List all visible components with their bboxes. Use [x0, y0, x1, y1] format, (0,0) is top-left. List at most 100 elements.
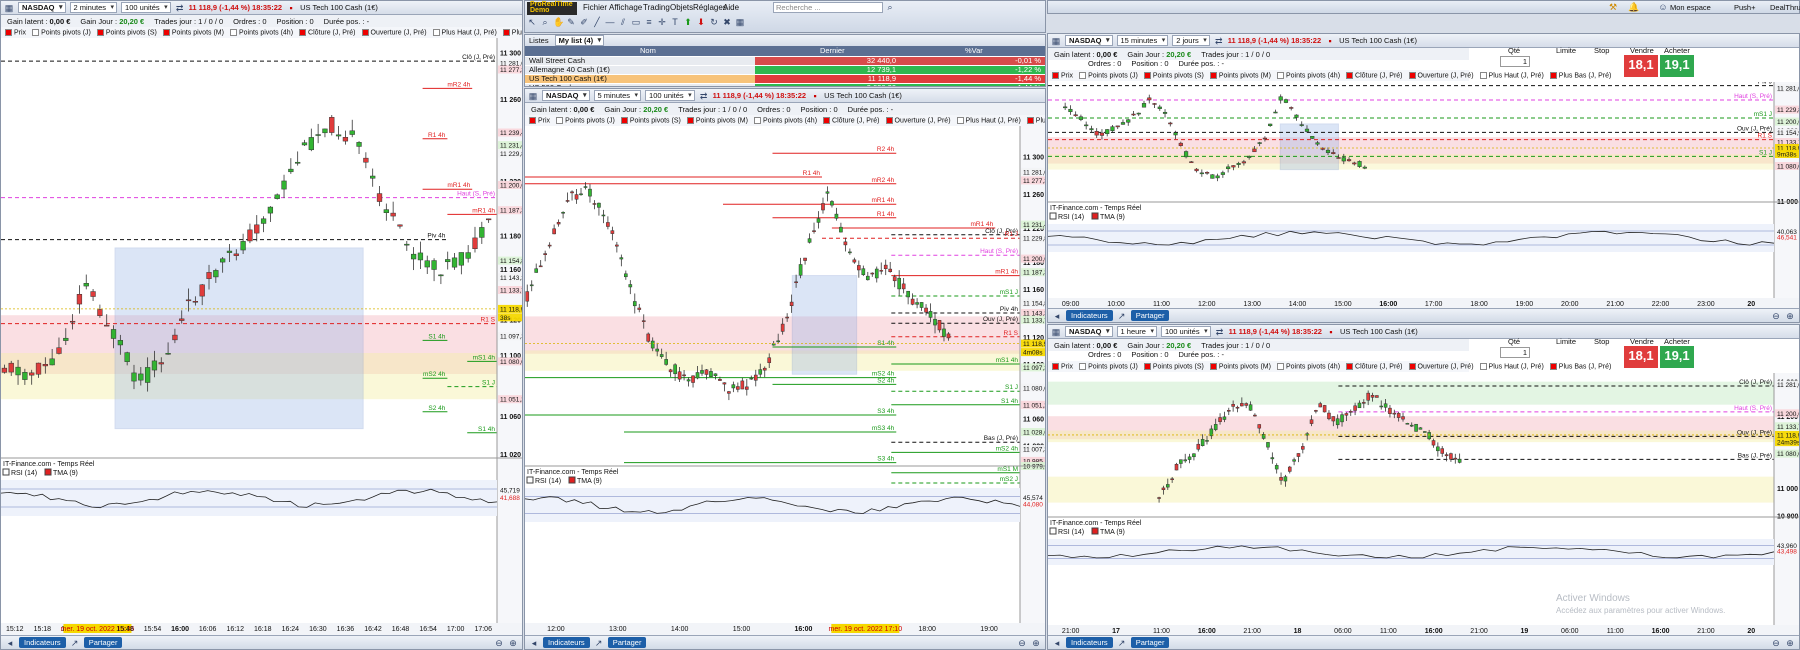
- grid-icon[interactable]: ▦: [1051, 36, 1061, 46]
- rectangle-icon[interactable]: ▭: [631, 17, 641, 27]
- indicator-chip[interactable]: Clôture (J, Pré): [823, 116, 880, 124]
- checkbox-icon[interactable]: [1209, 362, 1217, 370]
- checkbox-icon[interactable]: [1276, 71, 1284, 79]
- menu-objets[interactable]: Objets: [670, 3, 693, 12]
- col-dernier[interactable]: Dernier: [820, 46, 845, 55]
- checkbox-icon[interactable]: [686, 116, 694, 124]
- indicator-chip[interactable]: Plus Bas (J, Pré): [1549, 71, 1611, 79]
- checkbox-icon[interactable]: [529, 116, 536, 124]
- cursor-icon[interactable]: ↖: [527, 17, 537, 27]
- indicator-chip[interactable]: Points pivots (J): [556, 116, 615, 124]
- col-var[interactable]: %Var: [965, 46, 983, 55]
- zoom-in-icon[interactable]: ⊕: [1785, 311, 1795, 321]
- sync-icon[interactable]: ⇄: [1214, 36, 1224, 46]
- checkbox-icon[interactable]: [361, 28, 369, 36]
- indicator-chip[interactable]: Points pivots (M): [1209, 71, 1271, 79]
- checkbox-icon[interactable]: [1346, 71, 1354, 79]
- checkbox-icon[interactable]: [1209, 71, 1217, 79]
- indicator-chip[interactable]: Points pivots (S): [96, 28, 157, 36]
- delete-icon[interactable]: ✖: [722, 17, 732, 27]
- share-icon[interactable]: ↗: [1117, 638, 1127, 648]
- indicator-chip[interactable]: Plus Bas (J, Pré): [1549, 362, 1611, 370]
- symbol-select[interactable]: NASDAQ: [18, 2, 66, 13]
- checkbox-icon[interactable]: [1408, 71, 1416, 79]
- mon-espace-link[interactable]: Mon espace: [1670, 3, 1711, 12]
- indicator-chip[interactable]: Points pivots (4h): [229, 28, 293, 36]
- indicator-chip[interactable]: Ouverture (J, Pré): [1408, 71, 1474, 79]
- checkbox-icon[interactable]: [1079, 362, 1087, 370]
- share-icon[interactable]: ↗: [1117, 311, 1127, 321]
- checkbox-icon[interactable]: [32, 28, 40, 36]
- checkbox-icon[interactable]: [1408, 362, 1416, 370]
- checkbox-icon[interactable]: [620, 116, 628, 124]
- zoom-in-icon[interactable]: ⊕: [1031, 638, 1041, 648]
- checkbox-icon[interactable]: [556, 116, 564, 124]
- list-select[interactable]: My list (4): [554, 35, 605, 46]
- checkbox-icon[interactable]: [1143, 71, 1151, 79]
- zoom-out-icon[interactable]: ⊖: [1771, 638, 1781, 648]
- indicator-chip[interactable]: Prix: [1052, 362, 1073, 370]
- indicators-button[interactable]: Indicateurs: [1066, 310, 1113, 321]
- indicator-chip[interactable]: Points pivots (M): [686, 116, 748, 124]
- crosshair-icon[interactable]: ✛: [657, 17, 667, 27]
- user-icon[interactable]: ☺: [1658, 2, 1668, 12]
- checkbox-icon[interactable]: [299, 28, 307, 36]
- bell-icon[interactable]: 🔔: [1628, 2, 1639, 12]
- checkbox-icon[interactable]: [1479, 362, 1487, 370]
- indicators-button[interactable]: Indicateurs: [1066, 637, 1113, 648]
- col-nom[interactable]: Nom: [640, 46, 656, 55]
- indicator-chip[interactable]: Points pivots (4h): [1276, 71, 1340, 79]
- zoom-out-icon[interactable]: ⊖: [494, 638, 504, 648]
- fibonacci-icon[interactable]: ≡: [644, 17, 654, 27]
- cycle-icon[interactable]: ↻: [709, 17, 719, 27]
- checkbox-icon[interactable]: [1549, 362, 1557, 370]
- indicator-chip[interactable]: Clôture (J, Pré): [1346, 71, 1403, 79]
- arrow-up-icon[interactable]: ⬆: [683, 17, 693, 27]
- push-link[interactable]: Push+: [1734, 3, 1755, 12]
- grid-icon[interactable]: ▦: [528, 91, 538, 101]
- indicator-chip[interactable]: Ouverture (J, Pré): [361, 28, 427, 36]
- indicator-chip[interactable]: Points pivots (M): [1209, 362, 1271, 370]
- symbol-select[interactable]: NASDAQ: [542, 90, 590, 101]
- search-input[interactable]: Recherche ...: [773, 2, 883, 13]
- share-icon[interactable]: ↗: [594, 638, 604, 648]
- checkbox-icon[interactable]: [823, 116, 831, 124]
- indicator-chip[interactable]: Ouverture (J, Pré): [1408, 362, 1474, 370]
- buy-button[interactable]: 19,1: [1660, 346, 1694, 368]
- indicator-chip[interactable]: Plus Haut (J, Pré): [432, 28, 497, 36]
- indicator-chip[interactable]: Clôture (J, Pré): [299, 28, 356, 36]
- grid-icon[interactable]: ▦: [1051, 327, 1061, 337]
- indicator-chip[interactable]: Points pivots (J): [1079, 362, 1138, 370]
- checkbox-icon[interactable]: [432, 28, 440, 36]
- checkbox-icon[interactable]: [162, 28, 170, 36]
- scroll-left-icon[interactable]: ◂: [529, 638, 539, 648]
- dealthru-link[interactable]: DealThru: [1770, 3, 1800, 12]
- units-select[interactable]: 100 unités: [645, 90, 695, 101]
- magnifier-icon[interactable]: ⌕: [540, 17, 550, 27]
- checkbox-icon[interactable]: [1052, 71, 1059, 79]
- share-icon[interactable]: ↗: [70, 638, 80, 648]
- arrow-down-icon[interactable]: ⬇: [696, 17, 706, 27]
- indicator-chip[interactable]: Clôture (J, Pré): [1346, 362, 1403, 370]
- timeframe-select[interactable]: 1 heure: [1116, 326, 1157, 337]
- share-button[interactable]: Partager: [83, 637, 123, 648]
- timeframe-select[interactable]: 5 minutes: [593, 90, 642, 101]
- period-select[interactable]: 2 jours: [1172, 35, 1210, 46]
- indicator-chip[interactable]: Points pivots (J): [1079, 71, 1138, 79]
- indicator-chip[interactable]: Plus Bas (J, Pré): [1026, 116, 1045, 124]
- checkbox-icon[interactable]: [1346, 362, 1354, 370]
- price-chart[interactable]: Clô (J, Pré) Haut (S, Pré) Ouv (J, Pré) Bas…: [1048, 373, 1800, 637]
- symbol-select[interactable]: NASDAQ: [1065, 326, 1113, 337]
- channel-icon[interactable]: ⫽: [618, 17, 628, 27]
- symbol-select[interactable]: NASDAQ: [1065, 35, 1113, 46]
- checkbox-icon[interactable]: [1052, 362, 1059, 370]
- sync-icon[interactable]: ⇄: [175, 3, 185, 13]
- zoom-in-icon[interactable]: ⊕: [1785, 638, 1795, 648]
- zoom-out-icon[interactable]: ⊖: [1771, 311, 1781, 321]
- indicators-button[interactable]: Indicateurs: [543, 637, 590, 648]
- tools-icon[interactable]: ⚒: [1608, 2, 1618, 12]
- price-chart[interactable]: R2 4hR1 4hmR2 4hmR1 4hR1 4hmR1 4hClô (J,…: [525, 126, 1046, 635]
- qty-input[interactable]: 1: [1500, 56, 1530, 67]
- buy-button[interactable]: 19,1: [1660, 55, 1694, 77]
- indicator-chip[interactable]: Prix: [5, 28, 26, 36]
